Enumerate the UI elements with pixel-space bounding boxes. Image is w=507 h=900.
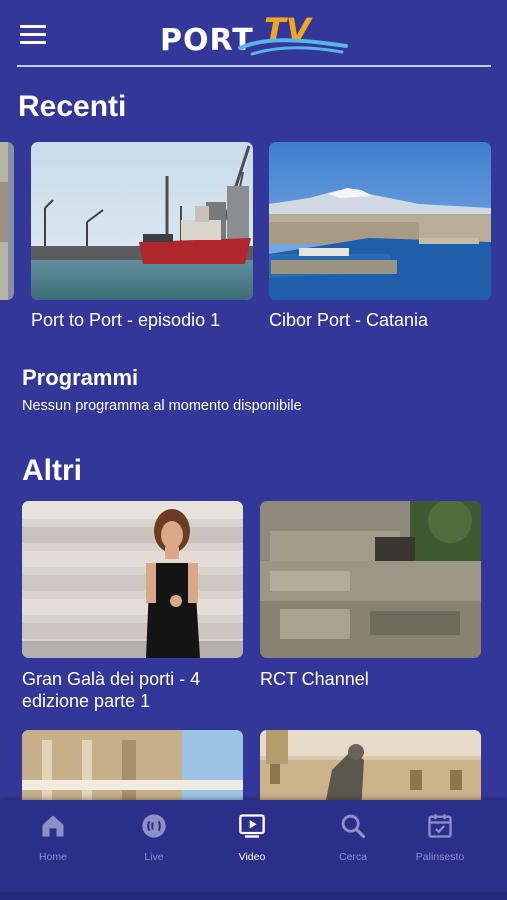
cibor-port-thumbnail — [269, 142, 491, 300]
nav-search[interactable]: Cerca — [313, 812, 393, 872]
nav-home[interactable]: Home — [13, 812, 93, 872]
cibor-port-caption: Cibor Port - Catania — [269, 310, 429, 330]
app-screen: PORT TV Recenti Port to Port - episodio … — [0, 0, 507, 900]
programmi-empty-text: Nessun programma al momento disponibile — [22, 398, 302, 414]
live-icon — [142, 814, 166, 838]
altri-title: Altri — [22, 454, 82, 487]
recenti-partial-image — [0, 142, 14, 300]
nav-live-label: Live — [144, 851, 164, 863]
logo-wave-icon — [238, 38, 348, 56]
nav-video-label: Video — [238, 851, 266, 863]
nav-video[interactable]: Video — [212, 812, 292, 872]
rct-channel-image — [260, 501, 481, 658]
altri-card-gran-gala[interactable]: Gran Galà dei porti - 4 edizione parte 1 — [22, 501, 243, 717]
port-to-port-thumbnail — [31, 142, 253, 300]
menu-icon-line — [20, 41, 46, 44]
recenti-thumbnail-partial — [0, 142, 14, 300]
recenti-card-cibor-port[interactable]: Cibor Port - Catania — [269, 142, 491, 342]
altri-card-rct-channel[interactable]: RCT Channel — [260, 501, 481, 717]
nav-search-label: Cerca — [338, 851, 367, 863]
cibor-port-image — [269, 142, 491, 300]
port-to-port-image — [31, 142, 253, 300]
header-divider — [17, 65, 491, 67]
gran-gala-caption: Gran Galà dei porti - 4 edizione parte 1 — [22, 669, 201, 711]
search-icon — [341, 814, 366, 839]
porttv-logo[interactable]: PORT TV — [158, 12, 348, 56]
menu-icon-line — [20, 33, 46, 36]
nav-palinsesto[interactable]: Palinsesto — [400, 812, 480, 872]
hamburger-menu-button[interactable] — [20, 25, 46, 45]
programmi-title: Programmi — [22, 365, 139, 390]
rct-channel-caption: RCT Channel — [260, 669, 369, 689]
system-bottom-bar — [0, 892, 507, 900]
app-header: PORT TV — [0, 0, 507, 68]
altri-card-4[interactable] — [260, 730, 481, 830]
gran-gala-image — [22, 501, 243, 658]
calendar-icon — [428, 814, 452, 838]
altri-card-3[interactable] — [22, 730, 243, 830]
port-to-port-caption: Port to Port - episodio 1 — [31, 310, 221, 330]
home-icon — [42, 815, 64, 837]
menu-icon-line — [20, 25, 46, 28]
rct-channel-thumbnail — [260, 501, 481, 658]
gran-gala-thumbnail — [22, 501, 243, 658]
video-icon — [239, 814, 265, 838]
recenti-card-partial[interactable] — [0, 142, 14, 300]
recenti-card-port-to-port[interactable]: Port to Port - episodio 1 — [31, 142, 253, 342]
bottom-navigation: Home Live Video Cerca Palinsesto — [0, 800, 507, 900]
recenti-title: Recenti — [18, 90, 127, 123]
nav-home-label: Home — [38, 851, 67, 863]
nav-palinsesto-label: Palinsesto — [415, 851, 465, 863]
nav-live[interactable]: Live — [114, 812, 194, 872]
